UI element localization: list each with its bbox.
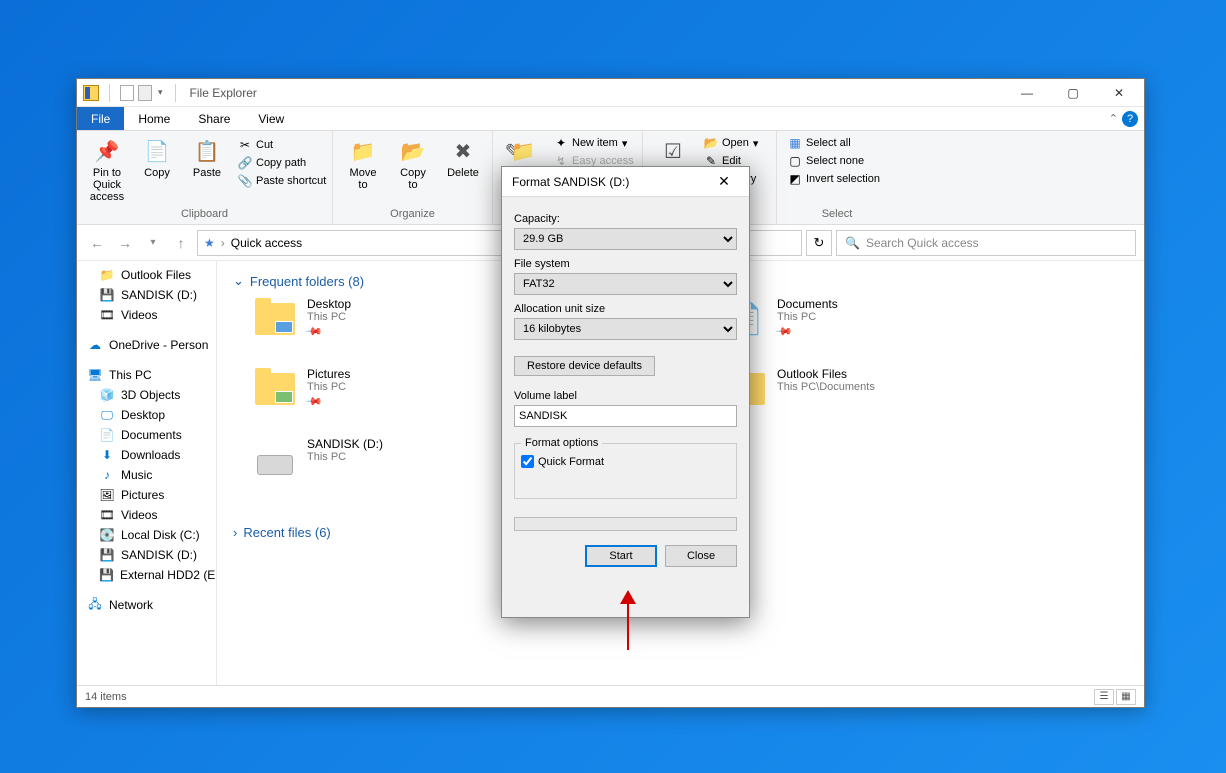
status-items: 14 items	[85, 691, 127, 703]
nav-sandisk2[interactable]: 💾SANDISK (D:)	[77, 545, 216, 565]
copy-path-button[interactable]: 🔗Copy path	[235, 155, 329, 171]
pin-icon: 📌	[304, 322, 323, 341]
properties-button[interactable]: ☑	[651, 135, 695, 169]
tab-view[interactable]: View	[244, 107, 298, 130]
volume-label-input[interactable]	[514, 405, 737, 427]
restore-defaults-button[interactable]: Restore device defaults	[514, 356, 655, 376]
nav-local-disk-c[interactable]: 💽Local Disk (C:)	[77, 525, 216, 545]
nav-up-button[interactable]: ↑	[169, 231, 193, 255]
close-button[interactable]: ✕	[1096, 79, 1142, 107]
nav-3d-objects[interactable]: 🧊3D Objects	[77, 385, 216, 405]
nav-this-pc[interactable]: 🖥This PC	[77, 365, 216, 385]
help-icon[interactable]: ?	[1122, 111, 1138, 127]
paste-shortcut-button[interactable]: 📎Paste shortcut	[235, 173, 329, 189]
quick-format-checkbox[interactable]: Quick Format	[521, 455, 730, 468]
folder-desktop[interactable]: DesktopThis PC📌	[253, 297, 383, 341]
tab-share[interactable]: Share	[184, 107, 244, 130]
capacity-label: Capacity:	[514, 213, 737, 225]
minimize-button[interactable]: —	[1004, 79, 1050, 107]
format-dialog: Format SANDISK (D:) ✕ Capacity: 29.9 GB …	[501, 166, 750, 618]
folder-pictures[interactable]: PicturesThis PC📌	[253, 367, 383, 411]
nav-network[interactable]: 🖧Network	[77, 595, 216, 615]
nav-recent-button[interactable]: ▾	[141, 231, 165, 255]
maximize-button[interactable]: ▢	[1050, 79, 1096, 107]
progress-bar	[514, 517, 737, 531]
close-button[interactable]: Close	[665, 545, 737, 567]
nav-videos[interactable]: 🎞Videos	[77, 305, 216, 325]
pin-icon: 📌	[304, 392, 323, 411]
tab-home[interactable]: Home	[124, 107, 184, 130]
ribbon-collapse-icon[interactable]: ⌃	[1109, 112, 1118, 125]
qa-doc-icon2[interactable]	[138, 85, 152, 101]
menubar: File Home Share View ⌃ ?	[77, 107, 1144, 131]
search-placeholder: Search Quick access	[866, 236, 979, 250]
chevron-right-icon: ›	[233, 525, 237, 540]
pin-to-quick-access-button[interactable]: 📌Pin to Quick access	[85, 135, 129, 205]
dialog-close-button[interactable]: ✕	[709, 167, 739, 197]
start-button[interactable]: Start	[585, 545, 657, 567]
quick-access-icon: ★	[204, 236, 215, 250]
filesystem-label: File system	[514, 258, 737, 270]
nav-onedrive[interactable]: ☁OneDrive - Person	[77, 335, 216, 355]
capacity-select[interactable]: 29.9 GB	[514, 228, 737, 250]
nav-music[interactable]: ♪Music	[77, 465, 216, 485]
nav-sandisk[interactable]: 💾SANDISK (D:)	[77, 285, 216, 305]
refresh-button[interactable]: ↻	[806, 230, 832, 256]
allocation-select[interactable]: 16 kilobytes	[514, 318, 737, 340]
filesystem-select[interactable]: FAT32	[514, 273, 737, 295]
nav-external-hdd[interactable]: 💾External HDD2 (E	[77, 565, 216, 585]
explorer-icon	[83, 85, 99, 101]
open-button[interactable]: 📂Open ▾	[701, 135, 761, 151]
select-all-button[interactable]: ▦Select all	[785, 135, 883, 151]
nav-outlook-files[interactable]: 📁Outlook Files	[77, 265, 216, 285]
view-icons-button[interactable]: ▦	[1116, 689, 1136, 705]
qa-chevron-icon[interactable]: ▾	[158, 87, 163, 98]
pin-icon: 📌	[774, 322, 793, 341]
volume-label-label: Volume label	[514, 390, 737, 402]
invert-selection-button[interactable]: ◩Invert selection	[785, 171, 883, 187]
select-none-button[interactable]: ▢Select none	[785, 153, 883, 169]
ribbon-group-clipboard: Clipboard	[85, 208, 324, 222]
tab-file[interactable]: File	[77, 107, 124, 130]
address-location: Quick access	[231, 236, 302, 250]
nav-desktop[interactable]: 🖵Desktop	[77, 405, 216, 425]
move-to-button[interactable]: 📁Move to	[341, 135, 385, 193]
nav-documents[interactable]: 📄Documents	[77, 425, 216, 445]
nav-forward-button[interactable]: →	[113, 231, 137, 255]
titlebar: ▾ File Explorer — ▢ ✕	[77, 79, 1144, 107]
nav-downloads[interactable]: ⬇Downloads	[77, 445, 216, 465]
copy-button[interactable]: 📄Copy	[135, 135, 179, 181]
navigation-pane: 📁Outlook Files 💾SANDISK (D:) 🎞Videos ☁On…	[77, 261, 217, 685]
allocation-label: Allocation unit size	[514, 303, 737, 315]
search-input[interactable]: 🔍 Search Quick access	[836, 230, 1136, 256]
format-options-fieldset: Format options Quick Format	[514, 437, 737, 499]
paste-button[interactable]: 📋Paste	[185, 135, 229, 181]
cut-button[interactable]: ✂Cut	[235, 137, 329, 153]
view-details-button[interactable]: ☰	[1094, 689, 1114, 705]
copy-to-button[interactable]: 📂Copy to	[391, 135, 435, 193]
new-folder-button[interactable]: 📁	[501, 135, 545, 169]
search-icon: 🔍	[845, 236, 860, 250]
new-item-button[interactable]: ✦New item ▾	[551, 135, 637, 151]
format-options-legend: Format options	[521, 437, 602, 449]
folder-sandisk[interactable]: SANDISK (D:)This PC	[253, 437, 383, 481]
delete-button[interactable]: ✖Delete	[441, 135, 485, 181]
statusbar: 14 items ☰ ▦	[77, 685, 1144, 707]
chevron-down-icon: ⌄	[233, 273, 244, 289]
dialog-title: Format SANDISK (D:)	[512, 175, 629, 189]
qa-doc-icon[interactable]	[120, 85, 134, 101]
ribbon-group-organize: Organize	[341, 208, 484, 222]
ribbon-group-select: Select	[785, 208, 889, 222]
window-title: File Explorer	[190, 86, 257, 100]
nav-pictures[interactable]: 🖼Pictures	[77, 485, 216, 505]
nav-back-button[interactable]: ←	[85, 231, 109, 255]
nav-videos2[interactable]: 🎞Videos	[77, 505, 216, 525]
